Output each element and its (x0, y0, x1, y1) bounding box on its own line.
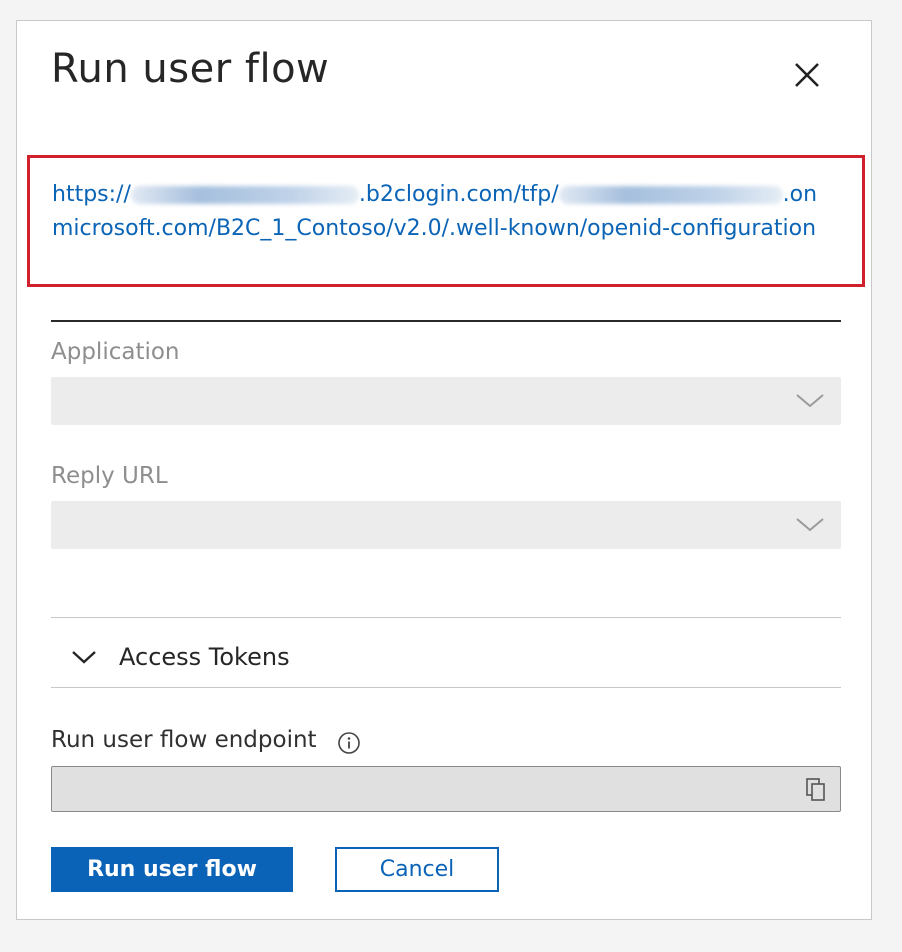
url-prefix: https:// (52, 182, 131, 207)
reply-url-label: Reply URL (51, 463, 168, 489)
section-divider (51, 617, 841, 618)
application-dropdown[interactable] (51, 377, 841, 425)
section-divider (51, 320, 841, 322)
chevron-down-icon (72, 651, 96, 664)
run-user-flow-dialog: Run user flow https:// .b2clogin.com/tfp/… (16, 20, 872, 920)
run-user-flow-button[interactable]: Run user flow (51, 847, 293, 892)
redacted-tenant-name (130, 186, 359, 204)
endpoint-field[interactable] (51, 766, 841, 812)
info-icon[interactable] (337, 731, 361, 755)
endpoint-label: Run user flow endpoint (51, 727, 317, 753)
metadata-url-link[interactable]: https://.b2clogin.com/tfp/.on microsoft.… (52, 178, 842, 246)
metadata-url-highlight: https://.b2clogin.com/tfp/.on microsoft.… (27, 155, 865, 287)
cancel-button[interactable]: Cancel (335, 847, 499, 892)
url-domain: .b2clogin.com/tfp/ (358, 182, 559, 207)
application-label: Application (51, 339, 180, 365)
dialog-title: Run user flow (51, 46, 330, 92)
access-tokens-label: Access Tokens (119, 643, 290, 671)
section-divider (51, 687, 841, 688)
reply-url-dropdown[interactable] (51, 501, 841, 549)
redacted-tenant-name (558, 186, 783, 204)
chevron-down-icon (796, 518, 824, 532)
copy-icon[interactable] (804, 777, 828, 803)
close-icon[interactable] (787, 55, 827, 95)
chevron-down-icon (796, 394, 824, 408)
